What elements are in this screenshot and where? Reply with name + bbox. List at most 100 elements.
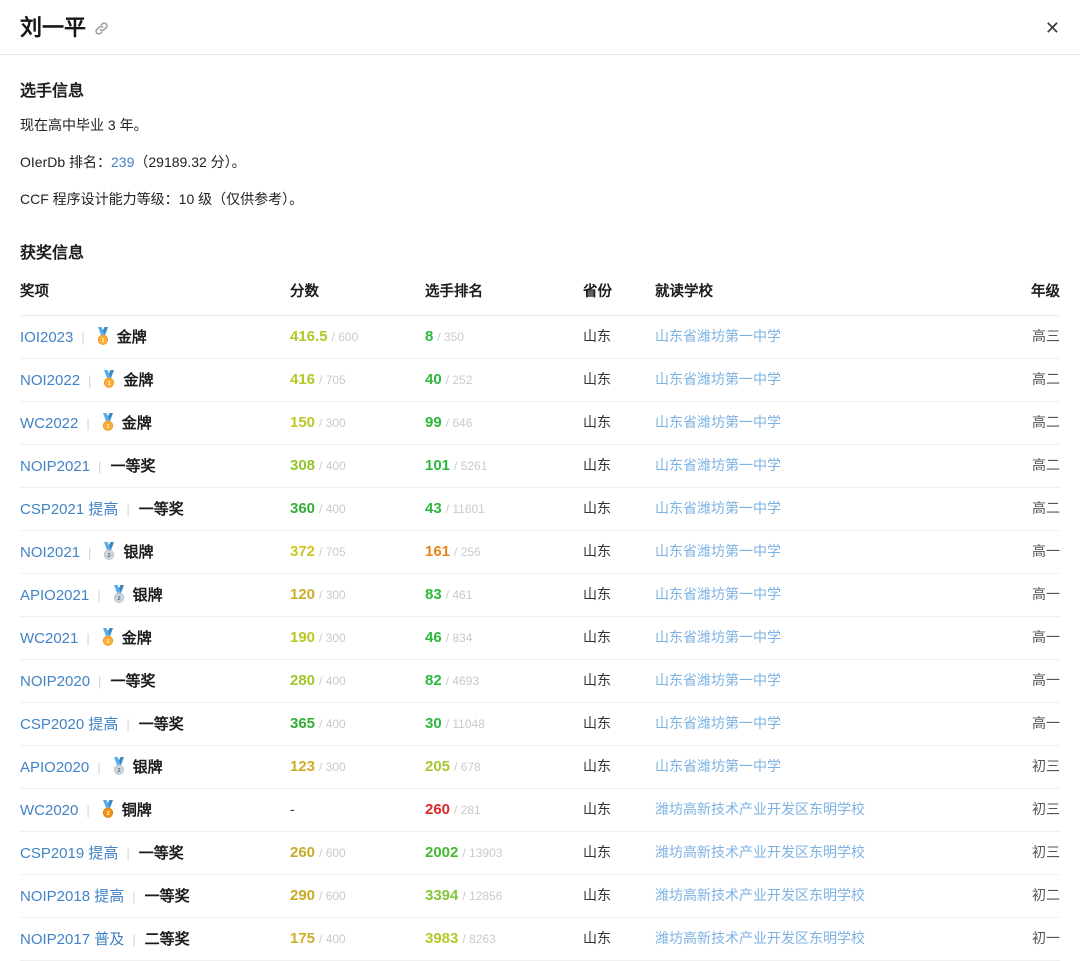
contest-link[interactable]: NOIP2018 提高: [20, 888, 124, 905]
contest-link[interactable]: CSP2021 提高: [20, 501, 118, 518]
pipe-separator: |: [98, 674, 101, 689]
contest-link[interactable]: WC2022: [20, 415, 78, 432]
province-cell: 山东: [583, 659, 655, 702]
rank-denominator: / 256: [454, 545, 481, 559]
grade-cell: 高一: [990, 659, 1060, 702]
school-link[interactable]: 潍坊高新技术产业开发区东明学校: [655, 887, 865, 903]
grade-cell: 高二: [990, 444, 1060, 487]
grade-label: 高一: [1032, 715, 1060, 731]
school-link[interactable]: 潍坊高新技术产业开发区东明学校: [655, 801, 865, 817]
awards-heading: 获奖信息: [20, 239, 1060, 263]
school-link[interactable]: 山东省潍坊第一中学: [655, 672, 781, 688]
link-icon[interactable]: [94, 21, 109, 36]
school-link[interactable]: 山东省潍坊第一中学: [655, 543, 781, 559]
table-row: CSP2019 提高|一等奖260/ 6002002/ 13903山东潍坊高新技…: [20, 831, 1060, 874]
province-label: 山东: [583, 930, 611, 946]
contest-link[interactable]: WC2021: [20, 630, 78, 647]
grade-label: 高二: [1032, 457, 1060, 473]
school-link[interactable]: 山东省潍坊第一中学: [655, 715, 781, 731]
close-icon[interactable]: ✕: [1045, 19, 1060, 37]
school-link[interactable]: 山东省潍坊第一中学: [655, 371, 781, 387]
school-link[interactable]: 潍坊高新技术产业开发区东明学校: [655, 844, 865, 860]
province-cell: 山东: [583, 530, 655, 573]
score-value: 280: [290, 672, 315, 689]
province-cell: 山东: [583, 917, 655, 960]
award-cell: NOIP2018 提高|一等奖: [20, 874, 290, 917]
school-cell: 山东省潍坊第一中学: [655, 702, 990, 745]
pipe-separator: |: [126, 502, 129, 517]
score-cell: 416/ 705: [290, 358, 425, 401]
score-denominator: / 300: [319, 760, 346, 774]
column-header-4: 就读学校: [655, 267, 990, 316]
award-label: 金牌: [117, 329, 147, 346]
school-link[interactable]: 山东省潍坊第一中学: [655, 500, 781, 516]
contest-link[interactable]: NOIP2020: [20, 673, 90, 690]
school-link[interactable]: 山东省潍坊第一中学: [655, 586, 781, 602]
rank-denominator: / 8263: [462, 932, 495, 946]
contest-link[interactable]: IOI2023: [20, 329, 73, 346]
school-link[interactable]: 山东省潍坊第一中学: [655, 414, 781, 430]
table-row: IOI2023|1金牌416.5/ 6008/ 350山东山东省潍坊第一中学高三: [20, 315, 1060, 358]
school-link[interactable]: 潍坊高新技术产业开发区东明学校: [655, 930, 865, 946]
school-link[interactable]: 山东省潍坊第一中学: [655, 758, 781, 774]
score-value: 365: [290, 715, 315, 732]
contest-link[interactable]: NOIP2017 普及: [20, 931, 124, 948]
score-cell: 365/ 400: [290, 702, 425, 745]
school-link[interactable]: 山东省潍坊第一中学: [655, 629, 781, 645]
medal-icon-wrap: 2: [110, 759, 133, 775]
school-cell: 潍坊高新技术产业开发区东明学校: [655, 917, 990, 960]
rank-value: 46: [425, 629, 442, 646]
award-label: 一等奖: [139, 716, 184, 733]
province-cell: 山东: [583, 874, 655, 917]
grade-label: 初三: [1032, 844, 1060, 860]
score-cell: 175/ 400: [290, 917, 425, 960]
oierdb-rank-link[interactable]: 239: [111, 154, 134, 170]
contest-link[interactable]: CSP2020 提高: [20, 716, 118, 733]
award-cell: CSP2021 提高|一等奖: [20, 487, 290, 530]
rank-cell: 3394/ 12856: [425, 874, 583, 917]
contest-link[interactable]: NOI2022: [20, 372, 80, 389]
contest-link[interactable]: NOIP2021: [20, 458, 90, 475]
contest-link[interactable]: WC2020: [20, 802, 78, 819]
award-label: 银牌: [133, 587, 163, 604]
silver-medal-icon: 2: [110, 585, 128, 603]
column-header-3: 省份: [583, 267, 655, 316]
province-label: 山东: [583, 500, 611, 516]
rank-denominator: / 5261: [454, 459, 487, 473]
rank-cell: 99/ 646: [425, 401, 583, 444]
contest-link[interactable]: NOI2021: [20, 544, 80, 561]
score-denominator: / 400: [319, 502, 346, 516]
province-label: 山东: [583, 586, 611, 602]
school-link[interactable]: 山东省潍坊第一中学: [655, 328, 781, 344]
grade-cell: 高一: [990, 530, 1060, 573]
rank-value: 40: [425, 371, 442, 388]
rank-cell: 30/ 11048: [425, 702, 583, 745]
medal-icon-wrap: 2: [100, 544, 123, 560]
contest-link[interactable]: APIO2021: [20, 587, 89, 604]
contest-link[interactable]: CSP2019 提高: [20, 845, 118, 862]
grade-cell: 初一: [990, 917, 1060, 960]
rank-value: 82: [425, 672, 442, 689]
score-value: 260: [290, 844, 315, 861]
table-row: WC2022|1金牌150/ 30099/ 646山东山东省潍坊第一中学高二: [20, 401, 1060, 444]
grade-label: 初二: [1032, 887, 1060, 903]
medal-icon-wrap: 1: [99, 630, 122, 646]
table-row: APIO2021|2银牌120/ 30083/ 461山东山东省潍坊第一中学高一: [20, 573, 1060, 616]
school-link[interactable]: 山东省潍坊第一中学: [655, 457, 781, 473]
table-row: NOIP2018 提高|一等奖290/ 6003394/ 12856山东潍坊高新…: [20, 874, 1060, 917]
svg-text:1: 1: [101, 337, 104, 343]
award-cell: NOIP2021|一等奖: [20, 444, 290, 487]
score-denominator: / 600: [332, 330, 359, 344]
province-label: 山东: [583, 371, 611, 387]
school-cell: 山东省潍坊第一中学: [655, 444, 990, 487]
contest-link[interactable]: APIO2020: [20, 759, 89, 776]
grade-label: 高二: [1032, 500, 1060, 516]
rank-denominator: / 834: [446, 631, 473, 645]
grade-cell: 高一: [990, 616, 1060, 659]
grade-label: 高三: [1032, 328, 1060, 344]
awards-table: 奖项分数选手排名省份就读学校年级 IOI2023|1金牌416.5/ 6008/…: [20, 267, 1060, 961]
rank-denominator: / 350: [437, 330, 464, 344]
school-cell: 山东省潍坊第一中学: [655, 530, 990, 573]
gold-medal-icon: 1: [99, 628, 117, 646]
award-cell: WC2021|1金牌: [20, 616, 290, 659]
